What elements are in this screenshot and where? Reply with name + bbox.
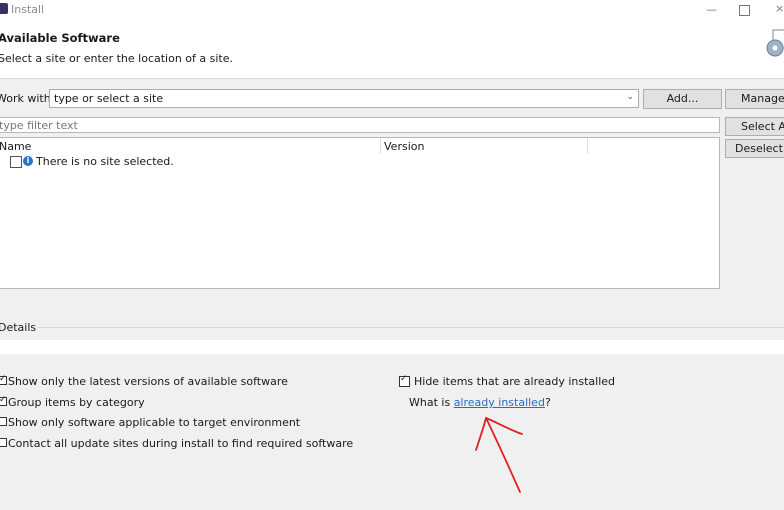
- target-env-checkbox[interactable]: [0, 417, 7, 426]
- latest-versions-label[interactable]: Show only the latest versions of availab…: [8, 375, 288, 388]
- install-banner-icon: [766, 29, 784, 57]
- row-checkbox[interactable]: [10, 156, 22, 168]
- column-divider: [587, 138, 588, 154]
- contact-all-checkbox[interactable]: [0, 438, 7, 447]
- work-with-combo[interactable]: type or select a site ⌄: [49, 89, 639, 108]
- add-button[interactable]: Add...: [643, 89, 722, 109]
- close-button[interactable]: ×: [775, 2, 784, 15]
- latest-versions-checkbox[interactable]: [0, 374, 7, 385]
- column-divider: [380, 138, 381, 154]
- hide-installed-checkbox[interactable]: [399, 374, 410, 387]
- what-is-prefix: What is: [409, 396, 454, 409]
- details-area: [0, 340, 784, 354]
- group-by-category-checkbox[interactable]: [0, 395, 7, 406]
- eclipse-app-icon: [0, 3, 8, 14]
- header-separator: [0, 78, 784, 79]
- group-by-category-label[interactable]: Group items by category: [8, 396, 145, 409]
- page-subtitle: Select a site or enter the location of a…: [0, 52, 234, 65]
- column-header-name[interactable]: Name: [0, 140, 31, 153]
- already-installed-link[interactable]: already installed: [454, 396, 545, 409]
- title-bar: [0, 0, 784, 20]
- what-is-installed: What is already installed?: [409, 396, 551, 409]
- deselect-all-button[interactable]: Deselect All: [725, 139, 784, 158]
- details-separator: [38, 327, 784, 328]
- what-is-suffix: ?: [544, 396, 551, 409]
- chevron-down-icon[interactable]: ⌄: [626, 92, 634, 102]
- wizard-header: [0, 20, 784, 78]
- contact-all-label[interactable]: Contact all update sites during install …: [8, 437, 353, 450]
- select-all-button[interactable]: Select All: [725, 117, 784, 136]
- work-with-value: type or select a site: [54, 92, 164, 105]
- column-header-version[interactable]: Version: [384, 140, 424, 153]
- target-env-label[interactable]: Show only software applicable to target …: [8, 416, 300, 429]
- hide-installed-label[interactable]: Hide items that are already installed: [414, 375, 615, 388]
- filter-input[interactable]: type filter text: [0, 117, 720, 133]
- work-with-label: Work with:: [0, 92, 55, 105]
- info-icon: i: [23, 156, 33, 166]
- software-table[interactable]: Name Version i There is no site selected…: [0, 137, 720, 289]
- page-title: Available Software: [0, 31, 120, 45]
- maximize-button[interactable]: [739, 5, 750, 16]
- minimize-button[interactable]: —: [706, 3, 717, 16]
- manage-button[interactable]: Manage...: [725, 89, 784, 109]
- empty-table-message: There is no site selected.: [36, 155, 174, 168]
- annotation-arrow-icon: [475, 417, 523, 493]
- details-label: Details: [0, 321, 37, 334]
- filter-placeholder: type filter text: [0, 119, 78, 132]
- window-title: Install: [11, 3, 45, 16]
